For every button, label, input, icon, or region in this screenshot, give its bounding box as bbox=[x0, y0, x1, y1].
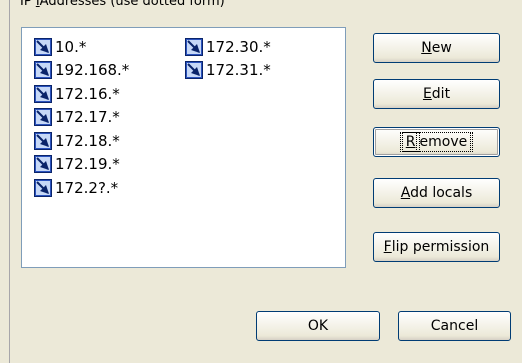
network-address-icon bbox=[34, 178, 52, 197]
remove-button[interactable]: Remove bbox=[373, 127, 500, 157]
ip-list-item[interactable]: 172.2?.* bbox=[34, 176, 129, 200]
ip-list-item-text: 172.30.* bbox=[206, 37, 271, 56]
cancel-button[interactable]: Cancel bbox=[398, 311, 511, 341]
ip-list-item-text: 10.* bbox=[55, 37, 87, 56]
ip-addresses-group-label: IP IAddresses (use dotted form) bbox=[20, 0, 225, 9]
add-locals-button[interactable]: Add locals bbox=[373, 178, 500, 208]
ip-list-item[interactable]: 172.16.* bbox=[34, 82, 129, 106]
ip-list-item[interactable]: 172.19.* bbox=[34, 153, 129, 177]
ip-list-item[interactable]: 172.30.* bbox=[185, 35, 271, 59]
network-address-icon bbox=[34, 155, 52, 174]
ip-list-item-text: 172.18.* bbox=[55, 131, 120, 150]
ip-address-list[interactable]: 10.* 192.168.* 172.16.* 172.17.* 172.18.* 172… bbox=[21, 27, 346, 268]
ip-list-item[interactable]: 10.* bbox=[34, 35, 129, 59]
ip-list-item-text: 172.17.* bbox=[55, 108, 120, 127]
ip-list-column-1: 10.* 192.168.* 172.16.* 172.17.* 172.18.* 172… bbox=[34, 35, 129, 200]
network-address-icon bbox=[34, 108, 52, 127]
ip-list-item-text: 172.19.* bbox=[55, 155, 120, 174]
ip-list-item-text: 192.168.* bbox=[55, 61, 130, 80]
network-address-icon bbox=[185, 37, 203, 56]
flip-permission-button[interactable]: Flip permission bbox=[373, 232, 500, 262]
ip-list-item[interactable]: 172.18.* bbox=[34, 129, 129, 153]
ip-list-item-text: 172.31.* bbox=[206, 61, 271, 80]
ip-list-item-text: 172.2?.* bbox=[55, 178, 119, 197]
network-address-icon bbox=[34, 61, 52, 80]
ip-list-item[interactable]: 172.17.* bbox=[34, 106, 129, 130]
ip-list-item-text: 172.16.* bbox=[55, 84, 120, 103]
network-address-icon bbox=[34, 84, 52, 103]
edit-button[interactable]: Edit bbox=[373, 79, 500, 109]
dialog-left-edge bbox=[0, 0, 10, 363]
ip-list-item[interactable]: 192.168.* bbox=[34, 59, 129, 83]
network-address-icon bbox=[34, 37, 52, 56]
network-address-icon bbox=[185, 61, 203, 80]
network-address-icon bbox=[34, 131, 52, 150]
new-button[interactable]: New bbox=[373, 33, 500, 63]
ip-list-column-2: 172.30.* 172.31.* bbox=[185, 35, 271, 82]
ok-button[interactable]: OK bbox=[256, 311, 380, 341]
ip-list-item[interactable]: 172.31.* bbox=[185, 59, 271, 83]
